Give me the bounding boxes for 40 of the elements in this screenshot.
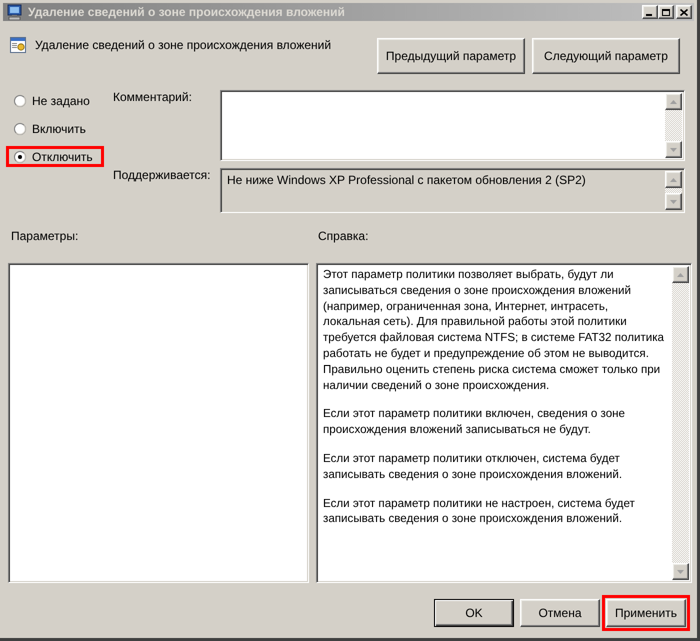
supported-label: Поддерживается:	[113, 168, 212, 184]
nav-button[interactable]: Следующий параметр	[532, 38, 680, 74]
down-arrow-icon	[670, 200, 677, 204]
scroll-down-button[interactable]	[665, 193, 682, 210]
scroll-up-button[interactable]	[672, 266, 689, 283]
options-label: Параметры:	[10, 229, 78, 243]
help-paragraph: Если этот параметр политики отключен, система будет записывать сведения о зоне происхождения вложений.	[323, 450, 624, 483]
dialog-button[interactable]: Применить	[606, 599, 686, 627]
maximize-icon	[662, 8, 670, 16]
dialog-button[interactable]: OK	[434, 599, 514, 627]
policy-name: Удаление сведений о зоне происхождения вложений	[35, 37, 332, 53]
radio-option[interactable]: Включить	[9, 122, 86, 136]
scroll-down-button[interactable]	[672, 563, 689, 580]
maximize-button[interactable]	[658, 5, 674, 19]
help-paragraph: Если этот параметр политики не настроен, система будет записывать сведения о зоне происхождения вложений.	[323, 496, 636, 528]
document-icon	[10, 37, 26, 53]
supported-field[interactable]: Не ниже Windows XP Professional с пакетом обновления 2 (SP2)	[220, 168, 685, 213]
computer-icon	[7, 4, 23, 20]
close-button[interactable]	[676, 5, 692, 19]
up-arrow-icon	[670, 178, 677, 182]
scroll-down-button[interactable]	[665, 141, 682, 158]
scroll-up-button[interactable]	[665, 93, 682, 110]
down-arrow-icon	[670, 148, 677, 152]
dialog-button[interactable]: Отмена	[520, 599, 600, 627]
scrollbar-track[interactable]	[665, 188, 682, 193]
scroll-up-button[interactable]	[665, 171, 682, 188]
help-paragraph: Этот параметр политики позволяет выбрать, будут ли записываться сведения о зоне происхождения вложений (например, ограниченная зона, Интернет, интрасеть, локальная сеть). Для правильной работы этой политики требуется файловая система NTFS; в системе FAT32 политика работать не будет и предупреждение об этом не выводится. Правильно оценить степень риска система сможет только при наличии сведений о зоне происхождения.	[323, 267, 666, 394]
comment-field[interactable]	[220, 90, 685, 161]
radio-option[interactable]: Отключить	[9, 150, 93, 164]
radio-option[interactable]: Не задано	[9, 94, 90, 108]
minimize-button[interactable]	[642, 5, 658, 19]
window-title: Удаление сведений о зоне происхождения вложений	[28, 5, 346, 19]
close-icon	[680, 8, 688, 16]
down-arrow-icon	[677, 570, 684, 574]
help-label: Справка:	[317, 229, 368, 243]
help-paragraph: Если этот параметр политики включен, сведения о зоне происхождения вложений записываться не будут.	[323, 406, 626, 438]
up-arrow-icon	[677, 272, 684, 276]
comment-label: Комментарий:	[113, 90, 193, 106]
nav-button[interactable]: Предыдущий параметр	[377, 38, 525, 74]
up-arrow-icon	[670, 100, 677, 104]
